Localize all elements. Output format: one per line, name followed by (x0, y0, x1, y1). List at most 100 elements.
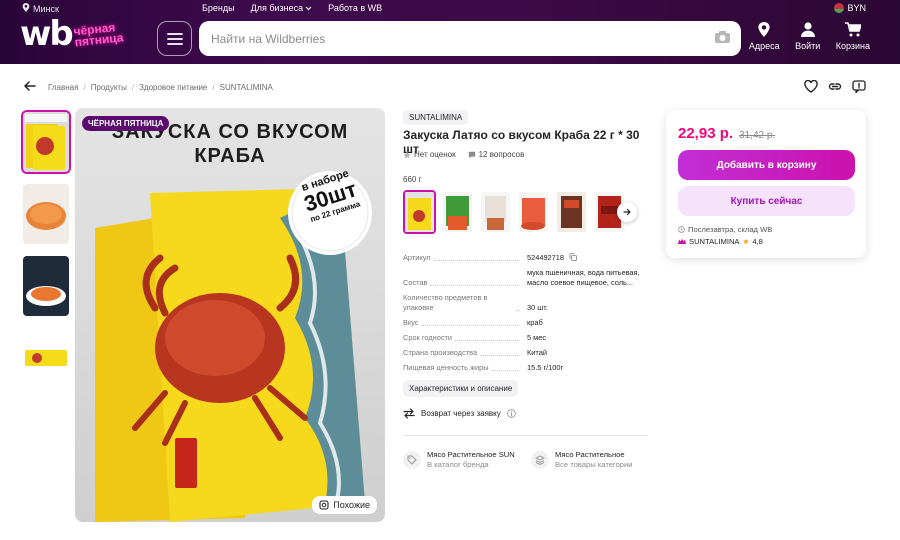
buy-now-button[interactable]: Купить сейчас (678, 186, 855, 216)
breadcrumb-item-home[interactable]: Главная (48, 83, 78, 92)
cart-icon (844, 22, 861, 37)
characteristics-button[interactable]: Характеристики и описание (403, 380, 519, 397)
old-price: 31,42 р. (739, 130, 776, 141)
add-to-cart-button[interactable]: Добавить в корзину (678, 150, 855, 180)
seller-rating: 4,8 (752, 237, 763, 246)
ratings-link[interactable]: Нет оценок (403, 150, 456, 159)
spec-dots (433, 260, 520, 261)
variants-next-button[interactable] (617, 202, 637, 222)
camera-icon[interactable] (714, 30, 731, 47)
currency-selector[interactable]: BYN (834, 3, 866, 13)
spec-row: Артикул 524492718 (403, 253, 651, 263)
variant-option[interactable] (517, 190, 550, 234)
top-link-brands[interactable]: Бренды (202, 3, 235, 13)
thumbnail[interactable] (21, 326, 71, 390)
seller-info[interactable]: SUNTALIMINA ★ 4,8 (678, 237, 763, 246)
thumbnail-list (21, 110, 71, 390)
header-actions: Адреса Войти Корзина (749, 22, 870, 51)
return-arrows-icon (403, 408, 415, 419)
thumbnail[interactable] (21, 182, 71, 246)
location-pin-icon (758, 22, 770, 37)
top-link-business[interactable]: Для бизнеса (251, 3, 313, 13)
menu-button[interactable] (157, 21, 192, 56)
brand-link-subtitle: В каталог бренда (427, 460, 489, 469)
article-value[interactable]: 524492718 (527, 253, 651, 263)
seller-name: SUNTALIMINA (689, 237, 740, 246)
location-pin-icon (22, 3, 30, 14)
star-icon (403, 150, 411, 158)
ratings-label: Нет оценок (414, 150, 456, 159)
brand-links: Мясо Растительное SUN В каталог бренда М… (403, 450, 649, 470)
spec-row: Пищевая ценность жиры 15.5 г/100г (403, 363, 651, 373)
share-link-icon[interactable] (828, 80, 842, 96)
variant-option[interactable] (555, 190, 588, 234)
login-label: Войти (795, 41, 821, 51)
product-actions (804, 79, 866, 96)
questions-link[interactable]: 12 вопросов (468, 150, 525, 159)
spec-key: Вкус (403, 318, 527, 328)
spec-row: Страна производства Китай (403, 348, 651, 358)
spec-key: Пищевая ценность жиры (403, 363, 527, 373)
spec-key: Артикул (403, 253, 527, 263)
location-selector[interactable]: Минск (22, 3, 59, 14)
spec-value: Китай (527, 348, 547, 357)
spec-value: краб (527, 318, 543, 327)
top-link-jobs[interactable]: Работа в WB (328, 3, 382, 13)
report-icon[interactable] (852, 80, 866, 96)
spec-row: Состав мука пшеничная, вода питьевая, ма… (403, 268, 651, 288)
breadcrumb-item-brand[interactable]: SUNTALIMINA (220, 83, 273, 92)
back-arrow-icon[interactable] (24, 81, 36, 93)
spec-value: мука пшеничная, вода питьевая, масло сое… (527, 268, 640, 287)
variant-image (519, 192, 548, 232)
similar-button[interactable]: Похожие (312, 496, 377, 514)
spec-key: Количество предметов в упаковке (403, 293, 527, 313)
variant-option[interactable] (479, 190, 512, 234)
search-input[interactable] (199, 21, 679, 56)
brand-chip[interactable]: SUNTALIMINA (403, 110, 469, 125)
questions-label: 12 вопросов (478, 150, 525, 159)
main-product-image[interactable]: ЗАКУСКА СО ВКУСОМ КРАБА в наборе 30шт по… (75, 108, 385, 522)
crown-icon (678, 238, 686, 244)
variant-option[interactable] (441, 190, 474, 234)
thumbnail[interactable] (21, 254, 71, 318)
spec-key: Срок годности (403, 333, 527, 343)
spec-dots (455, 340, 520, 341)
current-price: 22,93 р. (678, 125, 734, 142)
breadcrumb-item-products[interactable]: Продукты (91, 83, 127, 92)
login-button[interactable]: Войти (794, 22, 822, 51)
category-link-title: Мясо Растительное (555, 450, 625, 459)
favorite-heart-icon[interactable] (804, 79, 818, 96)
chevron-right-icon (623, 208, 631, 216)
spec-key-text: Артикул (403, 253, 431, 262)
brand-catalog-link[interactable]: Мясо Растительное SUN В каталог бренда (403, 450, 521, 470)
variant-label: 660 г (403, 175, 422, 184)
logo[interactable]: wb чёрная пятница (20, 17, 140, 51)
spec-dots (430, 285, 520, 286)
breadcrumb-separator: / (212, 82, 215, 92)
variant-image (443, 192, 472, 232)
divider (403, 435, 648, 436)
location-label: Минск (33, 3, 59, 14)
top-link-business-label: Для бизнеса (250, 3, 304, 13)
spec-key-text: Состав (403, 278, 428, 287)
category-link[interactable]: Мясо Растительное Все товары категории (531, 450, 649, 470)
breadcrumb-item-healthy-food[interactable]: Здоровое питание (139, 83, 207, 92)
copy-icon[interactable] (569, 253, 578, 261)
tag-icon (403, 451, 421, 469)
cart-button[interactable]: Корзина (836, 22, 870, 51)
buy-card: 22,93 р. 31,42 р. Добавить в корзину Куп… (666, 110, 866, 258)
spec-key-text: Срок годности (403, 333, 453, 342)
addresses-label: Адреса (748, 41, 780, 51)
variant-image (481, 192, 510, 232)
returns-label: Возврат через заявку (421, 409, 501, 418)
info-icon[interactable] (506, 409, 516, 418)
similar-search-icon (319, 500, 329, 510)
price-block: 22,93 р. 31,42 р. (678, 125, 775, 142)
variant-option[interactable] (403, 190, 436, 234)
thumbnail[interactable] (21, 110, 71, 174)
product-thumbnail-image (23, 328, 69, 388)
product-thumbnail-image (23, 112, 69, 172)
spec-value: 15.5 г/100г (527, 363, 564, 372)
addresses-button[interactable]: Адреса (749, 22, 780, 51)
delivery-info: Послезавтра, склад WB (678, 225, 772, 234)
